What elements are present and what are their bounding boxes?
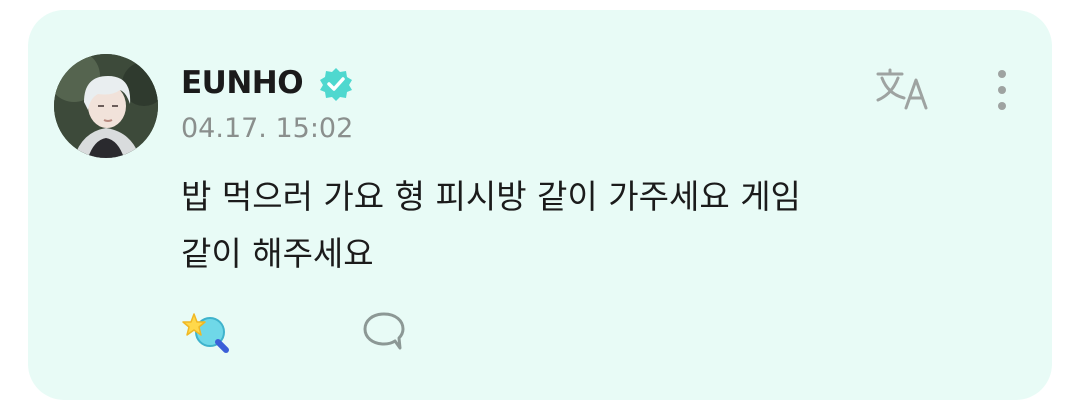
post-body: 밥 먹으러 가요 형 피시방 같이 가주세요 게임 같이 해주세요 [181, 168, 941, 282]
author-name[interactable]: EUNHO [181, 64, 304, 102]
comment-bubble-icon[interactable] [360, 308, 408, 354]
avatar-image [54, 54, 158, 158]
star-reaction-icon[interactable] [180, 308, 232, 356]
post-text-line: 같이 해주세요 [181, 234, 374, 273]
post-timestamp: 04.17. 15:02 [181, 113, 354, 144]
verified-badge-icon [320, 68, 352, 101]
more-vertical-icon[interactable] [992, 66, 1012, 114]
translate-icon[interactable] [872, 66, 934, 112]
avatar[interactable] [54, 54, 158, 158]
post-text-line: 밥 먹으러 가요 형 피시방 같이 가주세요 게임 [181, 177, 801, 216]
